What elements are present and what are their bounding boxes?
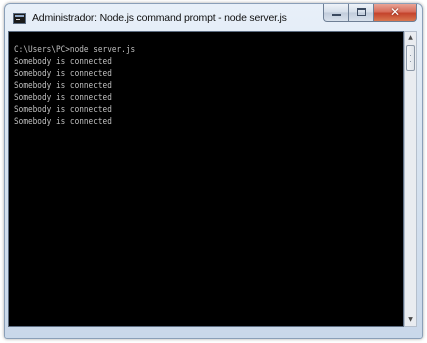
console-output-line: Somebody is connected — [14, 105, 112, 115]
scroll-thumb[interactable] — [406, 45, 415, 71]
title-bar[interactable]: Administrador: Node.js command prompt - … — [5, 4, 422, 34]
maximize-button[interactable] — [349, 4, 374, 22]
console-output[interactable]: C:\Users\PC>node server.js Somebody is c… — [8, 31, 404, 327]
command-prompt-icon[interactable] — [13, 13, 26, 24]
caption-buttons: ✕ — [323, 4, 417, 23]
console-output-line: Somebody is connected — [14, 69, 112, 79]
console-output-line: Somebody is connected — [14, 57, 112, 67]
window-title: Administrador: Node.js command prompt - … — [32, 12, 287, 24]
scroll-down-arrow-icon[interactable]: ▼ — [405, 314, 416, 326]
console-output-line: Somebody is connected — [14, 117, 112, 127]
console-output-line: Somebody is connected — [14, 81, 112, 91]
maximize-icon — [357, 8, 366, 16]
console-prompt-line: C:\Users\PC>node server.js — [14, 45, 136, 55]
scroll-up-arrow-icon[interactable]: ▲ — [405, 32, 416, 44]
minimize-icon — [332, 14, 341, 16]
minimize-button[interactable] — [323, 4, 349, 22]
vertical-scrollbar[interactable]: ▲ ▼ — [404, 31, 417, 327]
console-lines: C:\Users\PC>node server.js Somebody is c… — [14, 44, 155, 128]
console-output-line: Somebody is connected — [14, 93, 112, 103]
close-button[interactable]: ✕ — [374, 4, 417, 22]
close-icon: ✕ — [389, 5, 401, 19]
